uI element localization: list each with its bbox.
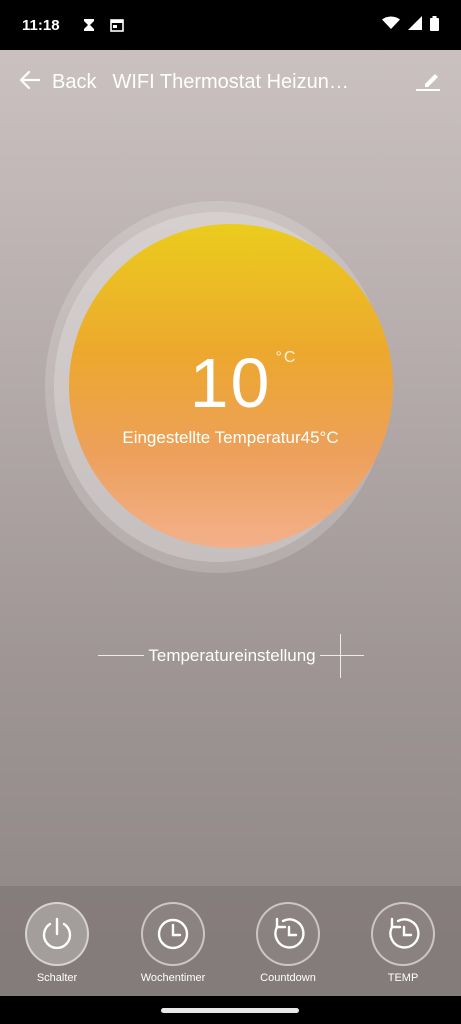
tab-wochentimer[interactable]: Wochentimer [128, 902, 218, 984]
minus-icon [98, 655, 144, 656]
plus-icon-vertical [340, 634, 341, 678]
arrow-left-icon [19, 70, 41, 94]
decrease-temperature-button[interactable] [98, 632, 144, 680]
temperature-unit: °C [275, 349, 298, 366]
hourglass-icon [82, 18, 96, 32]
tab-label: Countdown [260, 972, 316, 984]
current-temperature-value: 10 [189, 344, 272, 422]
signal-icon [408, 16, 422, 34]
back-label: Back [52, 70, 97, 93]
tab-label: Wochentimer [140, 972, 206, 984]
tab-label: Schalter [36, 972, 78, 984]
battery-icon [430, 15, 439, 35]
current-temperature: 10 °C [0, 343, 461, 423]
increase-temperature-button[interactable] [318, 632, 364, 680]
home-gesture-handle[interactable] [161, 1008, 299, 1013]
status-bar: 11:18 [0, 0, 461, 50]
tab-schalter[interactable]: Schalter [12, 902, 102, 984]
countdown-icon [371, 902, 435, 966]
edit-button[interactable] [415, 68, 441, 97]
wifi-icon [382, 16, 400, 34]
status-time: 11:18 [22, 16, 60, 34]
back-button[interactable]: Back [19, 70, 97, 94]
clock-icon [141, 902, 205, 966]
calendar-icon [109, 18, 124, 32]
app-bar: Back WIFI Thermostat Heizung… [0, 50, 461, 114]
temperature-adjust-label: Temperatureinstellung [148, 646, 316, 665]
system-navigation-bar [0, 996, 461, 1024]
temperature-adjust: Temperatureinstellung [98, 632, 364, 680]
plus-icon-horizontal [320, 655, 364, 656]
power-icon [25, 902, 89, 966]
page-title: WIFI Thermostat Heizung… [112, 70, 353, 93]
tab-temp[interactable]: TEMP [358, 902, 448, 984]
countdown-icon [256, 902, 320, 966]
set-temperature-label: Eingestellte Temperatur45°C [122, 428, 339, 447]
tab-label: TEMP [387, 972, 419, 984]
bottom-tab-bar: Schalter Wochentimer Countdown TEMP [0, 885, 461, 996]
pencil-icon [415, 68, 441, 97]
tab-countdown[interactable]: Countdown [243, 902, 333, 984]
